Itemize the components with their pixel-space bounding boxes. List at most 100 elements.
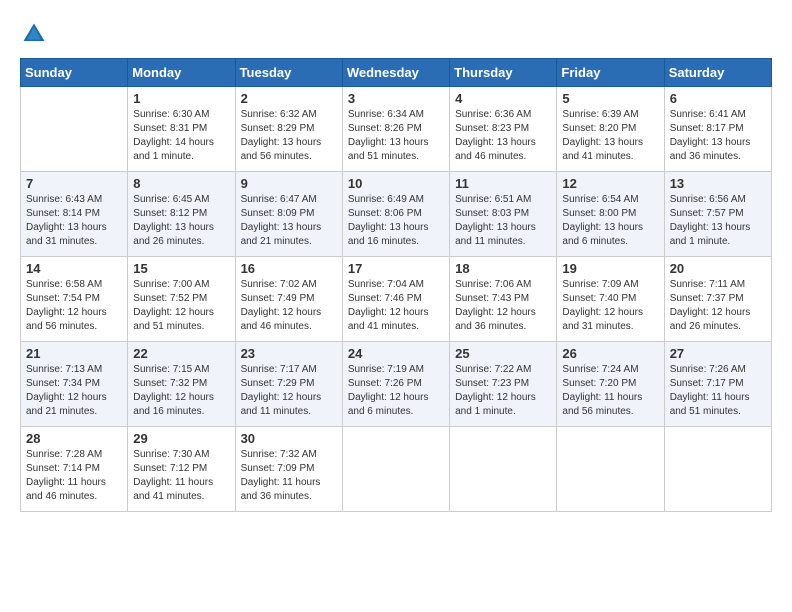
sunrise-text: Sunrise: 6:39 AM	[562, 108, 658, 122]
daylight-text: Daylight: 13 hours and 36 minutes.	[670, 136, 766, 164]
cell-info: Sunrise: 6:39 AM Sunset: 8:20 PM Dayligh…	[562, 108, 658, 164]
calendar-week-row: 21 Sunrise: 7:13 AM Sunset: 7:34 PM Dayl…	[21, 342, 772, 427]
day-number: 27	[670, 346, 766, 361]
sunrise-text: Sunrise: 6:47 AM	[241, 193, 337, 207]
cell-info: Sunrise: 6:51 AM Sunset: 8:03 PM Dayligh…	[455, 193, 551, 249]
sunrise-text: Sunrise: 7:28 AM	[26, 448, 122, 462]
sunrise-text: Sunrise: 6:49 AM	[348, 193, 444, 207]
day-number: 16	[241, 261, 337, 276]
cell-info: Sunrise: 7:24 AM Sunset: 7:20 PM Dayligh…	[562, 363, 658, 419]
sunset-text: Sunset: 7:23 PM	[455, 377, 551, 391]
cell-info: Sunrise: 6:43 AM Sunset: 8:14 PM Dayligh…	[26, 193, 122, 249]
day-number: 2	[241, 91, 337, 106]
sunrise-text: Sunrise: 7:30 AM	[133, 448, 229, 462]
daylight-text: Daylight: 13 hours and 26 minutes.	[133, 221, 229, 249]
page-header	[20, 20, 772, 48]
day-number: 25	[455, 346, 551, 361]
sunrise-text: Sunrise: 6:56 AM	[670, 193, 766, 207]
sunset-text: Sunset: 7:54 PM	[26, 292, 122, 306]
sunset-text: Sunset: 8:03 PM	[455, 207, 551, 221]
daylight-text: Daylight: 12 hours and 21 minutes.	[26, 391, 122, 419]
calendar-cell: 18 Sunrise: 7:06 AM Sunset: 7:43 PM Dayl…	[450, 257, 557, 342]
day-number: 5	[562, 91, 658, 106]
daylight-text: Daylight: 13 hours and 31 minutes.	[26, 221, 122, 249]
sunset-text: Sunset: 7:14 PM	[26, 462, 122, 476]
sunset-text: Sunset: 7:57 PM	[670, 207, 766, 221]
sunrise-text: Sunrise: 7:17 AM	[241, 363, 337, 377]
calendar-week-row: 7 Sunrise: 6:43 AM Sunset: 8:14 PM Dayli…	[21, 172, 772, 257]
cell-info: Sunrise: 7:32 AM Sunset: 7:09 PM Dayligh…	[241, 448, 337, 504]
calendar-cell: 17 Sunrise: 7:04 AM Sunset: 7:46 PM Dayl…	[342, 257, 449, 342]
sunset-text: Sunset: 8:00 PM	[562, 207, 658, 221]
daylight-text: Daylight: 12 hours and 11 minutes.	[241, 391, 337, 419]
daylight-text: Daylight: 12 hours and 6 minutes.	[348, 391, 444, 419]
sunrise-text: Sunrise: 7:06 AM	[455, 278, 551, 292]
daylight-text: Daylight: 11 hours and 41 minutes.	[133, 476, 229, 504]
calendar-cell: 22 Sunrise: 7:15 AM Sunset: 7:32 PM Dayl…	[128, 342, 235, 427]
sunrise-text: Sunrise: 6:43 AM	[26, 193, 122, 207]
calendar-cell: 5 Sunrise: 6:39 AM Sunset: 8:20 PM Dayli…	[557, 87, 664, 172]
calendar-cell: 30 Sunrise: 7:32 AM Sunset: 7:09 PM Dayl…	[235, 427, 342, 512]
cell-info: Sunrise: 7:15 AM Sunset: 7:32 PM Dayligh…	[133, 363, 229, 419]
daylight-text: Daylight: 11 hours and 36 minutes.	[241, 476, 337, 504]
day-number: 7	[26, 176, 122, 191]
calendar-cell: 4 Sunrise: 6:36 AM Sunset: 8:23 PM Dayli…	[450, 87, 557, 172]
cell-info: Sunrise: 6:45 AM Sunset: 8:12 PM Dayligh…	[133, 193, 229, 249]
daylight-text: Daylight: 11 hours and 46 minutes.	[26, 476, 122, 504]
daylight-text: Daylight: 12 hours and 36 minutes.	[455, 306, 551, 334]
calendar-cell	[557, 427, 664, 512]
sunset-text: Sunset: 7:43 PM	[455, 292, 551, 306]
daylight-text: Daylight: 13 hours and 46 minutes.	[455, 136, 551, 164]
calendar-cell: 9 Sunrise: 6:47 AM Sunset: 8:09 PM Dayli…	[235, 172, 342, 257]
calendar-week-row: 14 Sunrise: 6:58 AM Sunset: 7:54 PM Dayl…	[21, 257, 772, 342]
sunset-text: Sunset: 7:52 PM	[133, 292, 229, 306]
sunrise-text: Sunrise: 7:15 AM	[133, 363, 229, 377]
sunrise-text: Sunrise: 7:04 AM	[348, 278, 444, 292]
sunrise-text: Sunrise: 6:51 AM	[455, 193, 551, 207]
calendar-cell: 26 Sunrise: 7:24 AM Sunset: 7:20 PM Dayl…	[557, 342, 664, 427]
cell-info: Sunrise: 6:36 AM Sunset: 8:23 PM Dayligh…	[455, 108, 551, 164]
daylight-text: Daylight: 13 hours and 21 minutes.	[241, 221, 337, 249]
weekday-header: Sunday	[21, 59, 128, 87]
day-number: 29	[133, 431, 229, 446]
sunrise-text: Sunrise: 7:22 AM	[455, 363, 551, 377]
sunrise-text: Sunrise: 7:09 AM	[562, 278, 658, 292]
day-number: 20	[670, 261, 766, 276]
calendar-cell: 19 Sunrise: 7:09 AM Sunset: 7:40 PM Dayl…	[557, 257, 664, 342]
sunset-text: Sunset: 7:29 PM	[241, 377, 337, 391]
sunrise-text: Sunrise: 6:58 AM	[26, 278, 122, 292]
sunset-text: Sunset: 8:06 PM	[348, 207, 444, 221]
sunrise-text: Sunrise: 6:54 AM	[562, 193, 658, 207]
sunset-text: Sunset: 8:17 PM	[670, 122, 766, 136]
daylight-text: Daylight: 14 hours and 1 minute.	[133, 136, 229, 164]
daylight-text: Daylight: 12 hours and 46 minutes.	[241, 306, 337, 334]
daylight-text: Daylight: 12 hours and 16 minutes.	[133, 391, 229, 419]
sunset-text: Sunset: 7:32 PM	[133, 377, 229, 391]
daylight-text: Daylight: 13 hours and 56 minutes.	[241, 136, 337, 164]
calendar-week-row: 1 Sunrise: 6:30 AM Sunset: 8:31 PM Dayli…	[21, 87, 772, 172]
daylight-text: Daylight: 13 hours and 1 minute.	[670, 221, 766, 249]
daylight-text: Daylight: 12 hours and 56 minutes.	[26, 306, 122, 334]
day-number: 3	[348, 91, 444, 106]
day-number: 1	[133, 91, 229, 106]
cell-info: Sunrise: 7:30 AM Sunset: 7:12 PM Dayligh…	[133, 448, 229, 504]
sunrise-text: Sunrise: 6:41 AM	[670, 108, 766, 122]
day-number: 8	[133, 176, 229, 191]
cell-info: Sunrise: 7:06 AM Sunset: 7:43 PM Dayligh…	[455, 278, 551, 334]
sunrise-text: Sunrise: 7:32 AM	[241, 448, 337, 462]
calendar-cell: 29 Sunrise: 7:30 AM Sunset: 7:12 PM Dayl…	[128, 427, 235, 512]
cell-info: Sunrise: 7:13 AM Sunset: 7:34 PM Dayligh…	[26, 363, 122, 419]
sunset-text: Sunset: 7:17 PM	[670, 377, 766, 391]
cell-info: Sunrise: 7:09 AM Sunset: 7:40 PM Dayligh…	[562, 278, 658, 334]
sunset-text: Sunset: 7:46 PM	[348, 292, 444, 306]
cell-info: Sunrise: 7:04 AM Sunset: 7:46 PM Dayligh…	[348, 278, 444, 334]
day-number: 12	[562, 176, 658, 191]
weekday-header: Tuesday	[235, 59, 342, 87]
sunrise-text: Sunrise: 6:30 AM	[133, 108, 229, 122]
sunrise-text: Sunrise: 7:26 AM	[670, 363, 766, 377]
day-number: 23	[241, 346, 337, 361]
sunrise-text: Sunrise: 7:24 AM	[562, 363, 658, 377]
cell-info: Sunrise: 6:47 AM Sunset: 8:09 PM Dayligh…	[241, 193, 337, 249]
weekday-header: Monday	[128, 59, 235, 87]
calendar-table: SundayMondayTuesdayWednesdayThursdayFrid…	[20, 58, 772, 512]
